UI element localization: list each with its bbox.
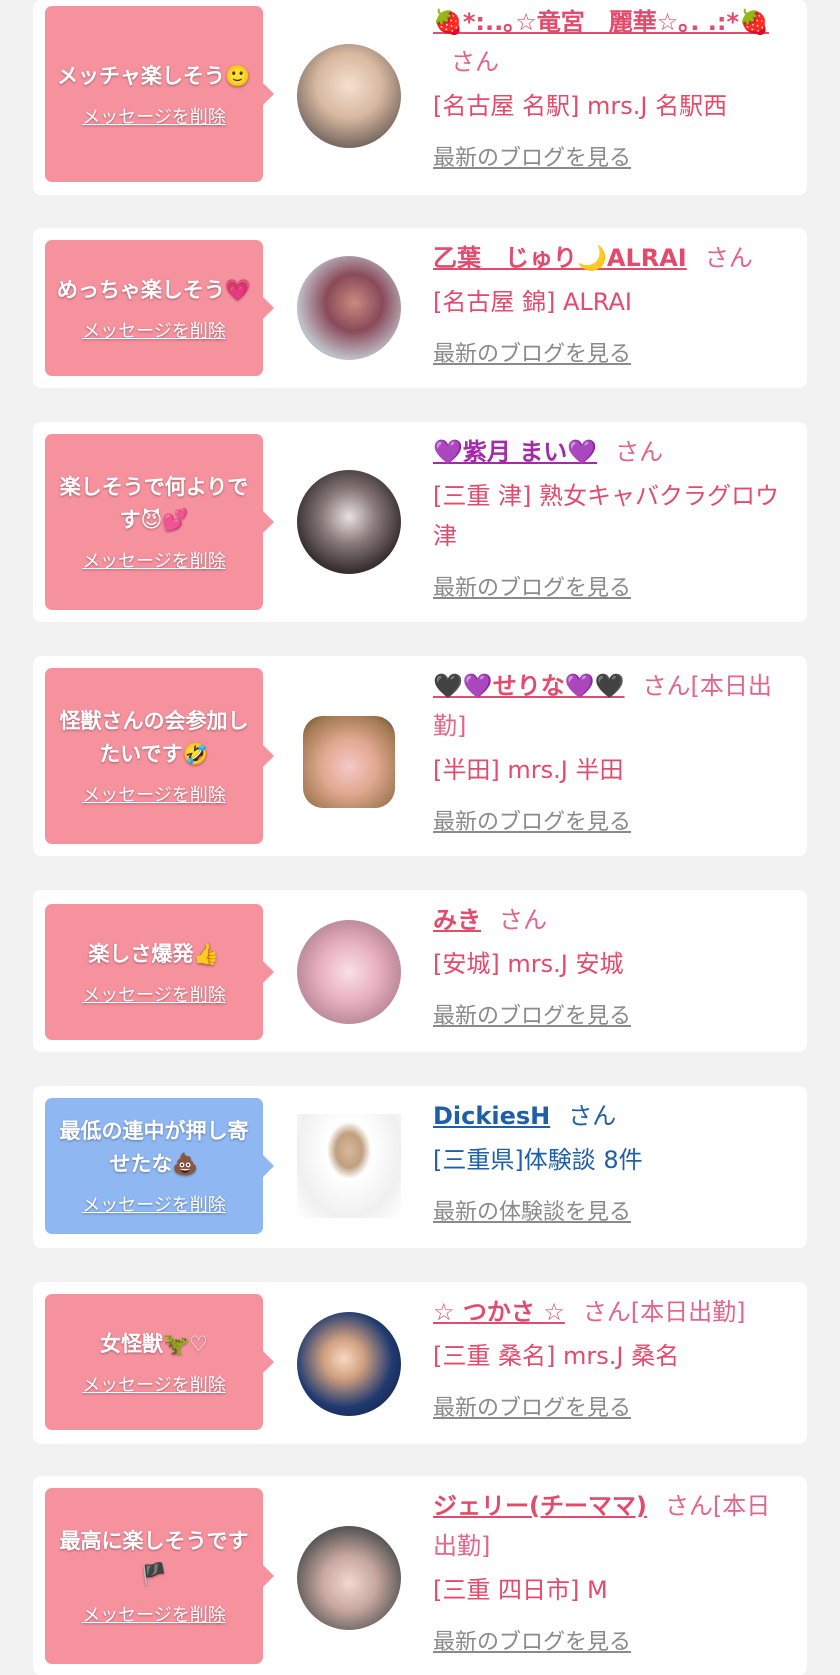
honorific: さん — [704, 244, 753, 272]
profile-name-link[interactable]: ジェリー(チーママ) — [433, 1492, 647, 1520]
blog-link[interactable]: 最新のブログを見る — [433, 998, 793, 1030]
message-card: 最高に楽しそうです🏴 メッセージを削除 ジェリー(チーママ) さん[本日出勤] [… — [33, 1476, 807, 1675]
message-card: 楽しさ爆発👍 メッセージを削除 みき さん [安城] mrs.J 安城 最新のブロ… — [33, 890, 807, 1052]
delete-message-link[interactable]: メッセージを削除 — [82, 781, 226, 807]
profile-name-link[interactable]: みき — [433, 906, 481, 934]
message-text: 女怪獣🦖♡ — [100, 1331, 208, 1356]
shop-info: [名古屋 錦] ALRAI — [433, 288, 632, 316]
blog-link[interactable]: 最新のブログを見る — [433, 140, 793, 172]
profile-name-link[interactable]: ☆ つかさ ☆ — [433, 1298, 565, 1326]
message-text: 最高に楽しそうです🏴 — [59, 1529, 249, 1586]
message-bubble: 最低の連中が押し寄せたな💩 メッセージを削除 — [45, 1098, 274, 1234]
message-bubble: 女怪獣🦖♡ メッセージを削除 — [45, 1294, 274, 1430]
message-card: 楽しそうで何よりです😈💕 メッセージを削除 💜紫月 まい💜 さん [三重 津] 熟… — [33, 422, 807, 622]
profile-name-link[interactable]: 乙葉 じゅり🌙ALRAI — [433, 244, 687, 272]
avatar[interactable] — [297, 1114, 401, 1218]
delete-message-link[interactable]: メッセージを削除 — [82, 1371, 226, 1397]
avatar[interactable] — [297, 256, 401, 360]
shop-info: [名古屋 名駅] mrs.J 名駅西 — [433, 92, 728, 120]
delete-message-link[interactable]: メッセージを削除 — [82, 1191, 226, 1217]
delete-message-link[interactable]: メッセージを削除 — [82, 547, 226, 573]
avatar[interactable] — [303, 716, 395, 808]
blog-link[interactable]: 最新のブログを見る — [433, 570, 793, 602]
name-line: 🍓*:..｡☆竜宮 麗華☆｡. .:*🍓 さん — [433, 2, 793, 82]
name-line: 乙葉 じゅり🌙ALRAI さん — [433, 238, 793, 278]
message-card: 女怪獣🦖♡ メッセージを削除 ☆ つかさ ☆ さん[本日出勤] [三重 桑名] m… — [33, 1282, 807, 1444]
avatar[interactable] — [297, 1312, 401, 1416]
message-bubble: 最高に楽しそうです🏴 メッセージを削除 — [45, 1488, 274, 1664]
message-bubble: めっちゃ楽しそう💗 メッセージを削除 — [45, 240, 274, 376]
delete-message-link[interactable]: メッセージを削除 — [82, 103, 226, 129]
blog-link[interactable]: 最新のブログを見る — [433, 1390, 793, 1422]
blog-link[interactable]: 最新のブログを見る — [433, 804, 793, 836]
blog-link[interactable]: 最新の体験談を見る — [433, 1194, 793, 1226]
blog-link[interactable]: 最新のブログを見る — [433, 336, 793, 368]
profile-name-link[interactable]: 💜紫月 まい💜 — [433, 438, 597, 466]
message-card: 最低の連中が押し寄せたな💩 メッセージを削除 DickiesH さん [三重県]体… — [33, 1086, 807, 1248]
delete-message-link[interactable]: メッセージを削除 — [82, 981, 226, 1007]
message-card: めっちゃ楽しそう💗 メッセージを削除 乙葉 じゅり🌙ALRAI さん [名古屋 錦… — [33, 228, 807, 388]
shop-info: [安城] mrs.J 安城 — [433, 950, 624, 978]
name-line: みき さん — [433, 900, 793, 940]
message-bubble: 楽しさ爆発👍 メッセージを削除 — [45, 904, 274, 1040]
profile-name-link[interactable]: 🍓*:..｡☆竜宮 麗華☆｡. .:*🍓 — [433, 8, 769, 36]
message-text: メッチャ楽しそう🙂 — [57, 63, 251, 88]
blog-link[interactable]: 最新のブログを見る — [433, 1624, 793, 1656]
avatar[interactable] — [297, 920, 401, 1024]
delete-message-link[interactable]: メッセージを削除 — [82, 317, 226, 343]
shop-info: [三重県]体験談 8件 — [433, 1146, 643, 1174]
name-line: ジェリー(チーママ) さん[本日出勤] — [433, 1486, 793, 1566]
message-card: 怪獣さんの会参加したいです🤣 メッセージを削除 🖤💜せりな💜🖤 さん[本日出勤] … — [33, 656, 807, 856]
message-text: 楽しさ爆発👍 — [88, 941, 220, 966]
message-bubble: メッチャ楽しそう🙂 メッセージを削除 — [45, 6, 274, 182]
name-line: DickiesH さん — [433, 1096, 793, 1136]
profile-name-link[interactable]: 🖤💜せりな💜🖤 — [433, 672, 625, 700]
name-line: ☆ つかさ ☆ さん[本日出勤] — [433, 1292, 793, 1332]
message-text: 楽しそうで何よりです😈💕 — [59, 475, 249, 532]
shop-info: [三重 四日市] M — [433, 1576, 608, 1604]
message-bubble: 楽しそうで何よりです😈💕 メッセージを削除 — [45, 434, 274, 610]
delete-message-link[interactable]: メッセージを削除 — [82, 1601, 226, 1627]
avatar[interactable] — [297, 470, 401, 574]
shop-info: [三重 津] 熟女キャバクラグロウ津 — [433, 482, 779, 550]
name-line: 💜紫月 まい💜 さん — [433, 432, 793, 472]
profile-name-link[interactable]: DickiesH — [433, 1102, 550, 1130]
honorific: さん — [615, 438, 664, 466]
message-bubble: 怪獣さんの会参加したいです🤣 メッセージを削除 — [45, 668, 274, 844]
avatar[interactable] — [297, 44, 401, 148]
name-line: 🖤💜せりな💜🖤 さん[本日出勤] — [433, 666, 793, 746]
shop-info: [半田] mrs.J 半田 — [433, 756, 624, 784]
message-text: めっちゃ楽しそう💗 — [56, 277, 252, 302]
message-text: 怪獣さんの会参加したいです🤣 — [59, 709, 249, 766]
honorific: さん — [451, 48, 499, 76]
honorific: さん[本日出勤] — [582, 1298, 746, 1326]
message-text: 最低の連中が押し寄せたな💩 — [59, 1119, 249, 1176]
avatar[interactable] — [297, 1526, 401, 1630]
message-card: メッチャ楽しそう🙂 メッセージを削除 🍓*:..｡☆竜宮 麗華☆｡. .:*🍓 さ… — [33, 0, 807, 195]
honorific: さん — [568, 1102, 617, 1130]
shop-info: [三重 桑名] mrs.J 桑名 — [433, 1342, 680, 1370]
honorific: さん — [499, 906, 547, 934]
